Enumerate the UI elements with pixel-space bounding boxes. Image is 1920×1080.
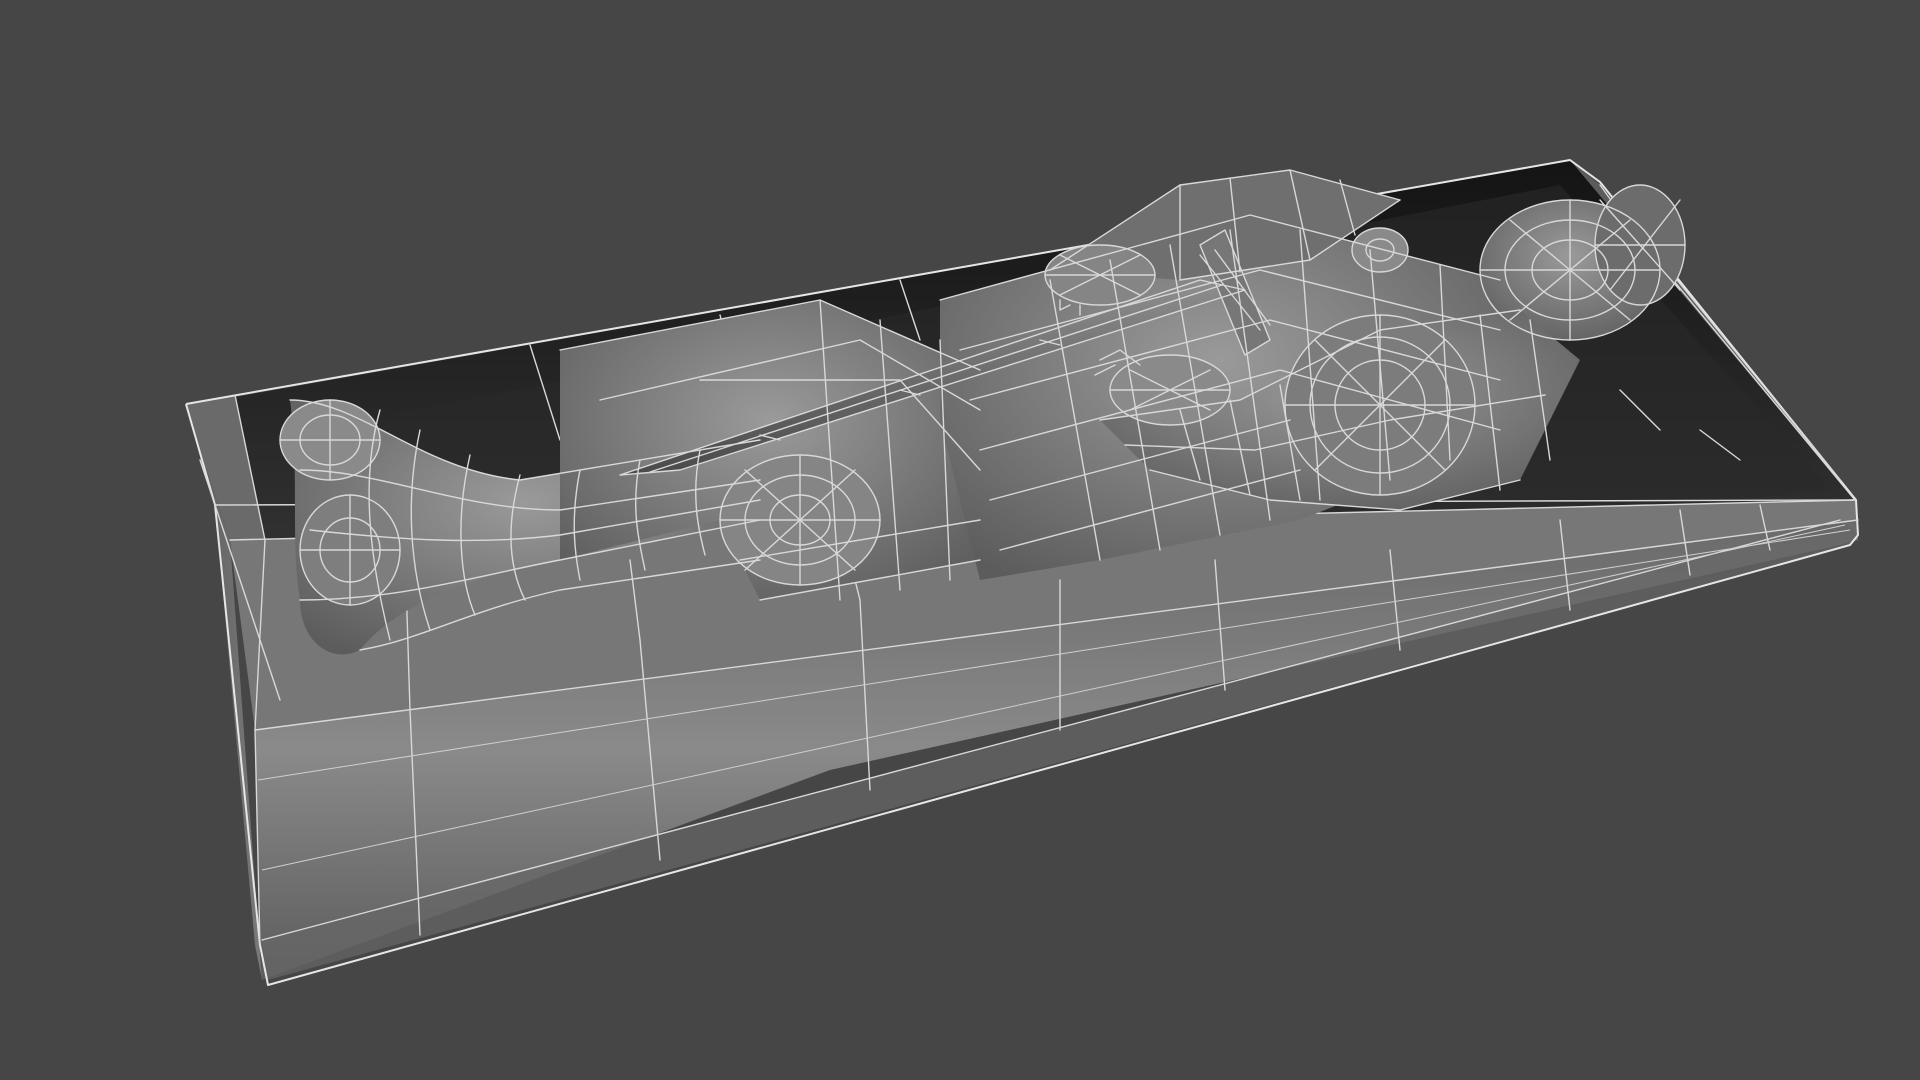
3d-viewport[interactable] — [0, 0, 1920, 1080]
wireframe-render — [185, 159, 1859, 986]
